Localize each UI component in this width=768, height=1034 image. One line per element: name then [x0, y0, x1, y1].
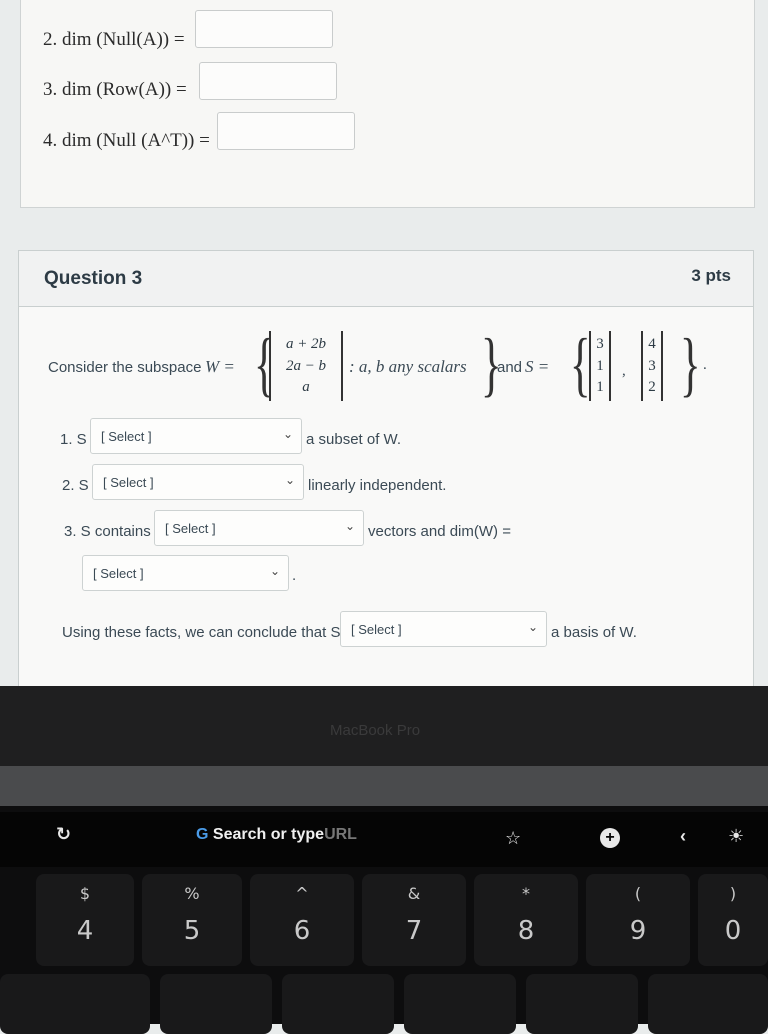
key-number: 4	[76, 916, 94, 946]
chevron-left-icon[interactable]: ‹	[680, 826, 686, 847]
touchbar-search-faded-text: URL	[324, 826, 357, 843]
key-number: 0	[724, 916, 742, 946]
key-symbol: $	[79, 884, 91, 903]
key-partial[interactable]	[404, 974, 516, 1034]
previous-question-card: 2. dim (Null(A)) = 3. dim (Row(A)) = 4. …	[20, 0, 755, 208]
brightness-icon[interactable]: ☀	[728, 826, 744, 847]
item-1-prefix: 1. S	[60, 431, 87, 448]
chevron-down-icon: ⌄	[282, 427, 293, 441]
w-symbol: W =	[205, 357, 235, 376]
conclusion-select[interactable]: [ Select ] ⌄	[340, 611, 547, 647]
key-8[interactable]: * 8	[474, 874, 578, 966]
key-partial[interactable]	[526, 974, 638, 1034]
key-6[interactable]: ^ 6	[250, 874, 354, 966]
question-header: Question 3 3 pts	[19, 251, 753, 307]
search-engine-icon: G	[196, 826, 209, 843]
conclusion-prefix: Using these facts, we can conclude that …	[62, 624, 341, 641]
dim-w-select[interactable]: [ Select ] ⌄	[82, 555, 289, 591]
dim-w-suffix: .	[292, 567, 297, 584]
w-matrix-entry: a	[302, 379, 310, 396]
key-symbol: &	[407, 884, 421, 903]
s-set-open-brace: {	[569, 324, 591, 404]
s-vector-entry: 1	[596, 379, 604, 396]
item-1-select[interactable]: [ Select ] ⌄	[90, 418, 302, 454]
item-3-prefix: 3. S contains	[64, 523, 151, 540]
s-vector-entry: 2	[648, 379, 656, 396]
item-2-suffix: linearly independent.	[308, 477, 447, 494]
reload-icon[interactable]: ↻	[56, 824, 71, 845]
dim-null-label: 2. dim (Null(A)) =	[43, 28, 185, 50]
new-tab-plus-icon[interactable]: +	[600, 828, 620, 848]
key-number: 7	[405, 916, 423, 946]
item-3-select-value: [ Select ]	[165, 521, 216, 536]
question-card: Question 3 3 pts Consider the subspace W…	[18, 250, 754, 690]
key-number: 8	[517, 916, 535, 946]
s-vector-entry: 4	[648, 335, 656, 352]
dim-null-transpose-label: 4. dim (Null (A^T)) =	[43, 129, 210, 151]
key-9[interactable]: ( 9	[586, 874, 690, 966]
item-2-select[interactable]: [ Select ] ⌄	[92, 464, 304, 500]
key-partial[interactable]	[160, 974, 272, 1034]
key-symbol: *	[522, 884, 530, 903]
key-number: 5	[183, 916, 201, 946]
question-points: 3 pts	[691, 266, 731, 285]
s-vector-entry: 1	[596, 357, 604, 374]
touch-bar	[0, 812, 768, 867]
touchbar-search-text: Search or type	[212, 826, 325, 843]
question-title: Question 3	[44, 268, 143, 289]
bookmark-star-icon[interactable]: ☆	[505, 828, 521, 849]
dim-null-transpose-row: 4. dim (Null (A^T)) =	[43, 129, 210, 152]
s-vector-1: 3 1 1	[589, 331, 611, 401]
s-vector-2: 4 3 2	[641, 331, 663, 401]
w-matrix-entry: a + 2b	[285, 335, 327, 352]
dim-null-answer-input[interactable]	[195, 10, 333, 48]
s-symbol: S =	[525, 357, 550, 376]
laptop-brand-label: MacBook Pro	[330, 722, 421, 739]
item-2-prefix: 2. S	[62, 477, 89, 494]
item-1-select-value: [ Select ]	[101, 429, 152, 444]
dim-row-answer-input[interactable]	[199, 62, 337, 100]
item-3-select[interactable]: [ Select ] ⌄	[154, 510, 364, 546]
key-partial[interactable]	[0, 974, 150, 1034]
dim-row-row: 3. dim (Row(A)) =	[43, 78, 187, 101]
w-matrix: a + 2b 2a − b a	[269, 331, 343, 401]
chevron-down-icon: ⌄	[344, 519, 355, 533]
chevron-down-icon: ⌄	[269, 564, 280, 578]
key-5[interactable]: % 5	[142, 874, 242, 966]
key-7[interactable]: & 7	[362, 874, 466, 966]
item-2-select-value: [ Select ]	[103, 475, 154, 490]
chevron-down-icon: ⌄	[527, 620, 538, 634]
laptop-hinge	[0, 766, 768, 806]
dim-w-select-value: [ Select ]	[93, 566, 144, 581]
key-partial[interactable]	[282, 974, 394, 1034]
w-matrix-entry: 2a − b	[285, 357, 327, 374]
key-symbol: ^	[295, 884, 309, 903]
conclusion-select-value: [ Select ]	[351, 622, 402, 637]
s-vector-entry: 3	[648, 357, 656, 374]
s-vector-entry: 3	[596, 335, 604, 352]
statement-and: and	[497, 359, 523, 376]
key-number: 6	[293, 916, 311, 946]
dim-row-label: 3. dim (Row(A)) =	[43, 78, 187, 100]
w-condition: : a, b any scalars	[349, 357, 467, 376]
statement-prefix: Consider the subspace	[48, 359, 202, 376]
s-set-close-brace: }	[679, 324, 701, 404]
key-symbol: )	[729, 884, 737, 903]
conclusion-suffix: a basis of W.	[551, 624, 637, 641]
key-number: 9	[629, 916, 647, 946]
key-partial[interactable]	[648, 974, 768, 1034]
key-4[interactable]: $ 4	[36, 874, 134, 966]
key-symbol: %	[184, 884, 200, 903]
key-0[interactable]: ) 0	[698, 874, 768, 966]
touchbar-search-field[interactable]: G Search or typeURL	[196, 826, 357, 844]
key-symbol: (	[634, 884, 642, 903]
item-1-suffix: a subset of W.	[306, 431, 402, 448]
chevron-down-icon: ⌄	[284, 473, 295, 487]
dim-null-transpose-answer-input[interactable]	[217, 112, 355, 150]
statement-period: .	[703, 357, 707, 373]
dim-null-row: 2. dim (Null(A)) =	[43, 28, 185, 51]
item-3-suffix: vectors and dim(W) =	[368, 523, 511, 540]
s-vector-separator: ,	[622, 363, 626, 379]
